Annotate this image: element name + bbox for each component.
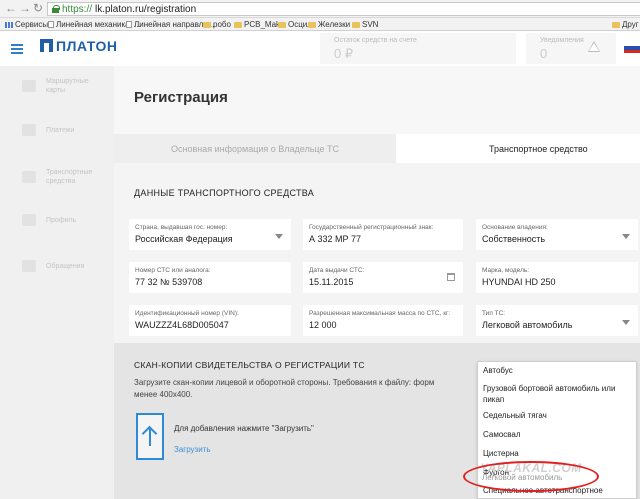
folder-icon: [308, 22, 316, 28]
bookmark-item[interactable]: Осцил: [278, 20, 312, 29]
max-mass-input[interactable]: Разрешенная максимальная масса по СТС, к…: [303, 305, 463, 336]
field-label: Основание владения:: [482, 224, 548, 231]
bookmark-item[interactable]: SVN: [352, 20, 378, 29]
tab-label: Транспортное средство: [489, 144, 588, 154]
balance-card: Остаток средств на счете 0 ₽: [320, 33, 516, 64]
upload-hint: Для добавления нажмите "Загрузить": [174, 424, 314, 433]
menu-icon[interactable]: [11, 44, 23, 54]
chevron-down-icon: [275, 234, 283, 239]
lock-icon: [52, 5, 60, 13]
logo-text: ПЛАТОН: [56, 38, 118, 54]
folder-icon: [278, 22, 286, 28]
chevron-down-icon: [622, 320, 630, 325]
balance-label: Остаток средств на счете: [334, 37, 417, 44]
sidebar-item-label: Платежи: [46, 127, 75, 134]
warning-icon: [588, 41, 600, 52]
plate-input[interactable]: Государственный регистрационный знак: А …: [303, 219, 463, 250]
field-label: Государственный регистрационный знак:: [309, 224, 434, 231]
field-value: Легковой автомобиль: [482, 320, 573, 330]
field-label: Дата выдачи СТС:: [309, 267, 365, 274]
apps-grid-icon: [5, 22, 13, 28]
page-icon: [126, 21, 132, 28]
upload-link[interactable]: Загрузить: [174, 445, 211, 454]
tab-vehicle[interactable]: Транспортное средство: [396, 134, 640, 163]
messages-icon: [22, 260, 36, 272]
dropdown-option[interactable]: Грузовой бортовой автомобиль или пикап: [483, 383, 633, 405]
dropdown-option[interactable]: Самосвал: [483, 429, 633, 440]
url-scheme: https://: [62, 4, 93, 15]
scan-description: Загрузите скан-копии лицевой и оборотной…: [134, 378, 435, 387]
notifications-card[interactable]: Уведомления 0: [526, 33, 616, 64]
field-value: 12 000: [309, 320, 337, 330]
russia-flag-icon[interactable]: [624, 43, 640, 53]
dropdown-option[interactable]: Автобус: [483, 365, 633, 376]
bookmark-item[interactable]: Железки: [308, 20, 350, 29]
sidebar-item-label: Маршрутные карты: [46, 78, 89, 94]
bookmarks-bar: Сервисы Линейная механика, ... Линейная …: [0, 18, 640, 31]
field-label: Разрешенная максимальная масса по СТС, к…: [309, 310, 451, 317]
platon-logo-icon: [40, 39, 53, 52]
field-value: HYUNDAI HD 250: [482, 277, 556, 287]
sidebar: Маршрутные карты Платежи Транспортные ср…: [0, 66, 114, 499]
bookmark-item[interactable]: Линейная направля...: [126, 20, 214, 29]
vehicle-type-select[interactable]: Тип ТС: Легковой автомобиль: [476, 305, 638, 336]
field-label: Страна, выдавшая гос. номер:: [135, 224, 228, 231]
url-path: lk.platon.ru/registration: [95, 4, 197, 15]
tabs: Основная информация о Владельце ТС Транс…: [114, 134, 640, 163]
ownership-select[interactable]: Основание владения: Собственность: [476, 219, 638, 250]
field-label: Номер СТС или аналога:: [135, 267, 211, 274]
reload-icon[interactable]: ↻: [33, 1, 43, 15]
field-value: Собственность: [482, 234, 546, 244]
field-label: Тип ТС:: [482, 310, 506, 317]
dropdown-option[interactable]: Цистерна: [483, 448, 633, 459]
vin-input[interactable]: Идентификационный номер (VIN): WAUZZZ4L6…: [129, 305, 291, 336]
field-value: 15.11.2015: [309, 277, 354, 287]
bookmark-item[interactable]: PCB_Make: [234, 20, 284, 29]
tab-owner-info[interactable]: Основная информация о Владельце ТС: [114, 134, 396, 163]
country-select[interactable]: Страна, выдавшая гос. номер: Российская …: [129, 219, 291, 250]
sts-date-input[interactable]: Дата выдачи СТС: 15.11.2015: [303, 262, 463, 293]
field-value: А 332 МР 77: [309, 234, 362, 244]
field-value: Российская Федерация: [135, 234, 233, 244]
page-icon: [48, 21, 54, 28]
bookmark-item[interactable]: Сервисы: [5, 20, 48, 29]
calendar-icon[interactable]: [447, 273, 455, 281]
url-input[interactable]: https:// lk.platon.ru/registration: [47, 2, 640, 16]
red-annotation-circle: [463, 461, 599, 492]
field-value: 77 32 № 539708: [135, 277, 203, 287]
sts-number-input[interactable]: Номер СТС или аналога: 77 32 № 539708: [129, 262, 291, 293]
folder-icon: [352, 22, 360, 28]
folder-icon: [203, 22, 211, 28]
field-label: Марка, модель:: [482, 267, 530, 274]
notifications-label: Уведомления: [540, 37, 584, 44]
folder-icon: [234, 22, 242, 28]
app-header: ПЛАТОН Остаток средств на счете 0 ₽ Увед…: [0, 31, 640, 66]
bookmark-item[interactable]: робо: [203, 20, 231, 29]
dropdown-option[interactable]: Седельный тягач: [483, 410, 633, 421]
bookmark-item[interactable]: Друг: [612, 20, 639, 29]
tab-label: Основная информация о Владельце ТС: [171, 144, 339, 154]
balance-value: 0 ₽: [334, 46, 354, 61]
sidebar-item-label: Обращения: [46, 263, 85, 270]
scan-section-title: СКАН-КОПИИ СВИДЕТЕЛЬСТВА О РЕГИСТРАЦИИ Т…: [134, 360, 365, 370]
profile-icon: [22, 214, 36, 226]
truck-icon: [22, 171, 36, 183]
payments-icon: [22, 124, 36, 136]
notifications-value: 0: [540, 46, 548, 61]
field-label: Идентификационный номер (VIN):: [135, 310, 239, 317]
page-title: Регистрация: [134, 89, 228, 106]
sidebar-item-label: Транспортные средства: [46, 169, 93, 185]
upload-arrow-icon[interactable]: [136, 413, 164, 460]
back-arrow-icon[interactable]: ←: [5, 1, 17, 15]
browser-address-bar: ← → ↻ https:// lk.platon.ru/registration: [0, 0, 640, 18]
chevron-down-icon: [622, 234, 630, 239]
sidebar-item-label: Профиль: [46, 217, 77, 224]
section-title: ДАННЫЕ ТРАНСПОРТНОГО СРЕДСТВА: [134, 188, 315, 198]
scan-description-cont: менее 400х400.: [134, 390, 193, 399]
forward-arrow-icon[interactable]: →: [19, 1, 31, 15]
model-input[interactable]: Марка, модель: HYUNDAI HD 250: [476, 262, 638, 293]
field-value: WAUZZZ4L68D005047: [135, 320, 229, 330]
route-icon: [22, 80, 36, 92]
folder-icon: [612, 22, 620, 28]
